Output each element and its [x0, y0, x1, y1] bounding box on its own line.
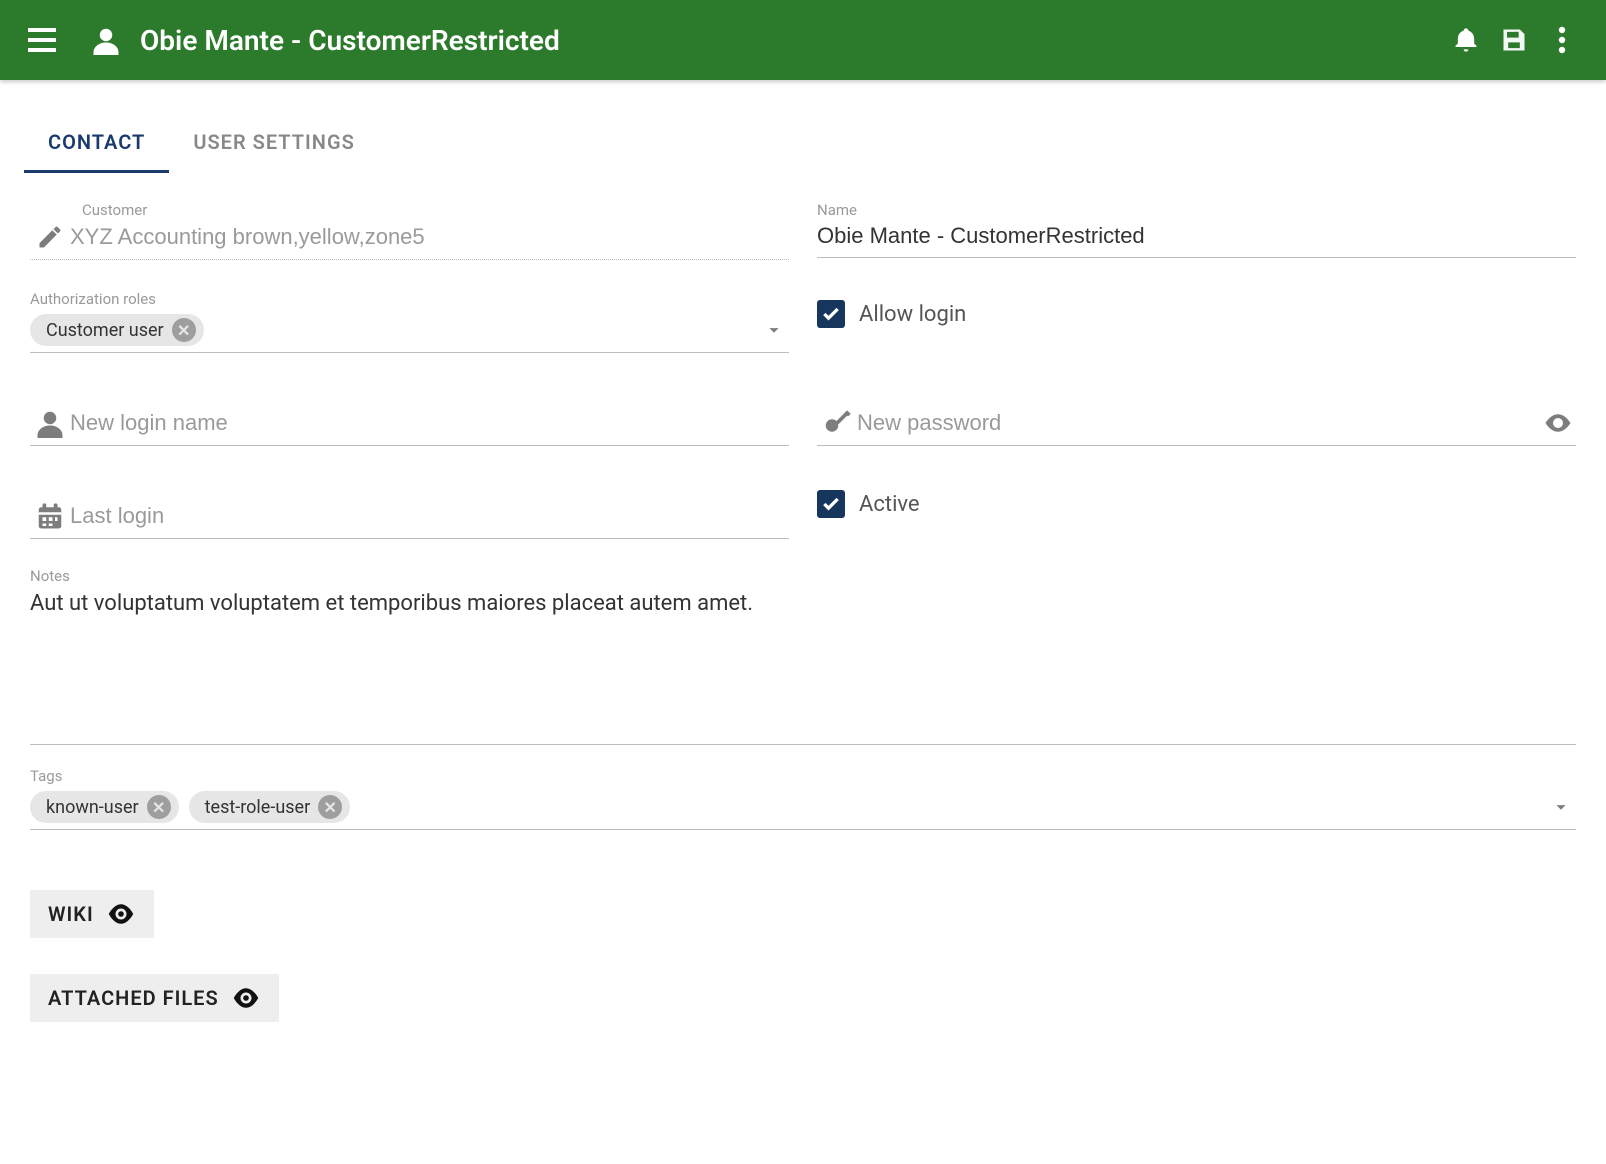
check-icon	[821, 304, 841, 324]
tab-user-settings[interactable]: USER SETTINGS	[169, 112, 378, 173]
tag-chip[interactable]: test-role-user ✕	[189, 791, 351, 823]
save-icon	[1500, 26, 1528, 54]
allow-login-label: Allow login	[859, 302, 966, 327]
check-icon	[821, 494, 841, 514]
tab-contact[interactable]: CONTACT	[24, 112, 169, 173]
name-label: Name	[817, 201, 1576, 219]
eye-icon	[1543, 408, 1573, 438]
password-input[interactable]	[857, 406, 1540, 440]
wiki-label: WIKI	[48, 902, 94, 926]
form-area: Customer Name Authorization roles	[0, 173, 1606, 1062]
chevron-down-icon	[763, 319, 785, 341]
user-context-icon[interactable]	[84, 18, 128, 62]
key-icon	[817, 405, 857, 441]
chip-remove-icon[interactable]: ✕	[147, 795, 171, 819]
chevron-down-icon	[1550, 796, 1572, 818]
auth-roles-dropdown[interactable]	[763, 319, 789, 341]
customer-label: Customer	[82, 201, 789, 219]
auth-role-chip[interactable]: Customer user ✕	[30, 314, 204, 346]
chip-label: Customer user	[46, 320, 164, 341]
login-name-input[interactable]	[70, 406, 789, 440]
save-button[interactable]	[1490, 16, 1538, 64]
active-label: Active	[859, 492, 920, 517]
eye-icon	[231, 987, 261, 1009]
tags-label: Tags	[30, 767, 1576, 785]
tags-field[interactable]: known-user ✕ test-role-user ✕	[30, 785, 1576, 830]
chip-label: known-user	[46, 797, 139, 818]
tags-dropdown[interactable]	[1550, 796, 1576, 818]
allow-login-checkbox[interactable]	[817, 300, 845, 328]
dots-vertical-icon	[1558, 26, 1566, 54]
last-login-input[interactable]	[70, 499, 789, 533]
notes-textarea[interactable]: Aut ut voluptatum voluptatem et temporib…	[30, 585, 1576, 745]
chip-remove-icon[interactable]: ✕	[318, 795, 342, 819]
hamburger-icon	[28, 28, 56, 52]
chip-remove-icon[interactable]: ✕	[172, 318, 196, 342]
password-visibility-toggle[interactable]	[1540, 405, 1576, 441]
app-header: Obie Mante - CustomerRestricted	[0, 0, 1606, 80]
more-button[interactable]	[1538, 16, 1586, 64]
auth-roles-field[interactable]: Customer user ✕	[30, 308, 789, 353]
menu-button[interactable]	[20, 18, 64, 62]
person-icon	[91, 25, 121, 55]
chip-label: test-role-user	[205, 797, 311, 818]
tab-bar: CONTACT USER SETTINGS	[24, 112, 1606, 173]
active-checkbox[interactable]	[817, 490, 845, 518]
eye-icon	[106, 903, 136, 925]
person-icon	[30, 405, 70, 441]
customer-input[interactable]	[70, 220, 789, 254]
name-input[interactable]	[817, 219, 1576, 253]
edit-icon	[30, 219, 70, 255]
notifications-button[interactable]	[1442, 16, 1490, 64]
bell-icon	[1452, 26, 1480, 54]
calendar-icon	[30, 498, 70, 534]
attached-files-label: ATTACHED FILES	[48, 986, 219, 1010]
notes-label: Notes	[30, 567, 1576, 585]
attached-files-section-toggle[interactable]: ATTACHED FILES	[30, 974, 279, 1022]
page-title: Obie Mante - CustomerRestricted	[140, 24, 1442, 57]
auth-roles-label: Authorization roles	[30, 290, 789, 308]
tag-chip[interactable]: known-user ✕	[30, 791, 179, 823]
wiki-section-toggle[interactable]: WIKI	[30, 890, 154, 938]
